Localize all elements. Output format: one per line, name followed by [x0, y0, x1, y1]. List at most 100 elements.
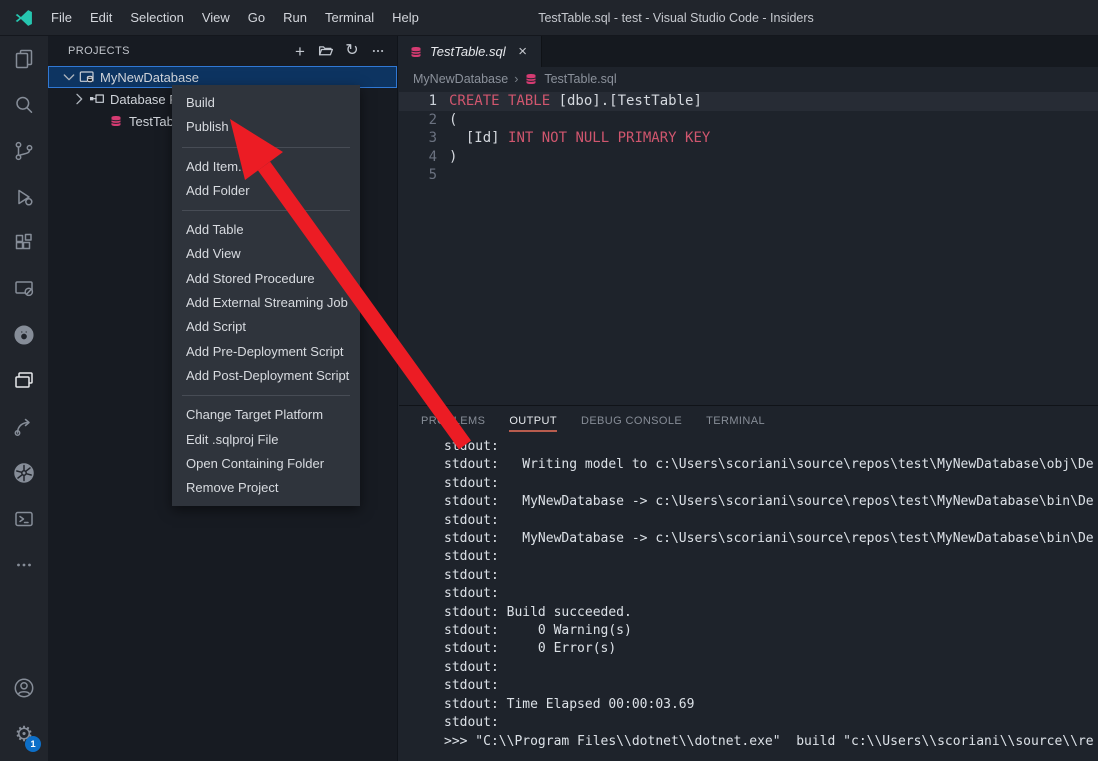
vscode-insiders-logo	[13, 7, 35, 29]
menu-run[interactable]: Run	[274, 0, 316, 36]
output-line: stdout:	[444, 585, 1098, 603]
context-menu-item-build[interactable]: Build	[172, 91, 360, 115]
search-icon[interactable]	[0, 82, 48, 128]
close-icon[interactable]: ×	[515, 43, 531, 60]
context-menu-item-add-post-deployment-script[interactable]: Add Post-Deployment Script	[172, 364, 360, 388]
line-number: 1	[399, 92, 449, 111]
line-number: 2	[399, 111, 449, 130]
output-console[interactable]: stdout:stdout: Writing model to c:\Users…	[399, 436, 1098, 760]
output-line: stdout:	[444, 512, 1098, 530]
database-projects-icon[interactable]	[0, 358, 48, 404]
title-bar: FileEditSelectionViewGoRunTerminalHelp T…	[0, 0, 1098, 36]
window-title: TestTable.sql - test - Visual Studio Cod…	[538, 11, 814, 25]
breadcrumb-item-mynewdatabase[interactable]: MyNewDatabase	[413, 72, 508, 86]
remote-explorer-icon[interactable]	[0, 266, 48, 312]
context-menu-item-add-table[interactable]: Add Table	[172, 218, 360, 242]
menu-separator	[182, 147, 350, 148]
output-line: stdout: MyNewDatabase -> c:\Users\scoria…	[444, 493, 1098, 511]
add-icon[interactable]: +	[291, 42, 309, 60]
output-line: stdout: 0 Warning(s)	[444, 622, 1098, 640]
references-icon	[89, 91, 105, 107]
context-menu-item-add-stored-procedure[interactable]: Add Stored Procedure	[172, 267, 360, 291]
context-menu-item-publish[interactable]: Publish	[172, 115, 360, 139]
sql-database-icon	[108, 113, 124, 129]
chevron-down-icon[interactable]	[61, 69, 77, 85]
code-editor[interactable]: 1CREATE TABLE [dbo].[TestTable]2(3 [Id] …	[399, 91, 1098, 185]
menu-selection[interactable]: Selection	[121, 0, 192, 36]
panel-tab-problems[interactable]: PROBLEMS	[421, 406, 485, 436]
code-line-4: 4)	[399, 148, 1098, 167]
context-menu-item-add-folder[interactable]: Add Folder	[172, 179, 360, 203]
panel-tab-terminal[interactable]: TERMINAL	[706, 406, 765, 436]
output-line: stdout:	[444, 677, 1098, 695]
tab-testtable-sql[interactable]: TestTable.sql ×	[399, 36, 542, 67]
output-line: stdout: Writing model to c:\Users\scoria…	[444, 456, 1098, 474]
github-icon[interactable]	[0, 312, 48, 358]
output-line: stdout:	[444, 567, 1098, 585]
breadcrumb-separator: ›	[514, 72, 518, 86]
context-menu-item-add-view[interactable]: Add View	[172, 242, 360, 266]
context-menu-item-add-script[interactable]: Add Script	[172, 315, 360, 339]
output-line: stdout: 0 Error(s)	[444, 640, 1098, 658]
panel-tab-debug-console[interactable]: DEBUG CONSOLE	[581, 406, 682, 436]
output-line: stdout: MyNewDatabase -> c:\Users\scoria…	[444, 530, 1098, 548]
line-number: 4	[399, 148, 449, 167]
code-text: CREATE TABLE [dbo].[TestTable]	[449, 92, 702, 111]
code-line-5: 5	[399, 166, 1098, 185]
output-line: stdout:	[444, 659, 1098, 677]
context-menu-item-edit-sqlproj-file[interactable]: Edit .sqlproj File	[172, 428, 360, 452]
context-menu-item-open-containing-folder[interactable]: Open Containing Folder	[172, 452, 360, 476]
kubernetes-icon[interactable]	[0, 450, 48, 496]
output-line: stdout:	[444, 475, 1098, 493]
tree-item-label: MyNewDatabase	[100, 70, 199, 85]
breadcrumb-item-testtable-sql[interactable]: TestTable.sql	[544, 72, 616, 86]
azure-share-icon[interactable]	[0, 404, 48, 450]
projects-pane-title: PROJECTS	[68, 45, 291, 57]
explorer-icon[interactable]	[0, 36, 48, 82]
line-number: 5	[399, 166, 449, 185]
run-and-debug-icon[interactable]	[0, 174, 48, 220]
menu-separator	[182, 210, 350, 211]
panel-tab-output[interactable]: OUTPUT	[509, 406, 557, 436]
menu-terminal[interactable]: Terminal	[316, 0, 383, 36]
refresh-icon[interactable]: ↻	[343, 42, 361, 60]
more-icon[interactable]	[0, 542, 48, 588]
chevron-right-icon[interactable]	[71, 91, 87, 107]
line-number: 3	[399, 129, 449, 148]
database-project-icon	[79, 69, 95, 85]
output-line: stdout:	[444, 438, 1098, 456]
menu-view[interactable]: View	[193, 0, 239, 36]
breadcrumb: MyNewDatabase › TestTable.sql	[399, 67, 1098, 91]
sql-file-icon	[409, 45, 423, 59]
editor-area: TestTable.sql × MyNewDatabase › TestTable.…	[399, 36, 1098, 405]
code-text: )	[449, 148, 457, 167]
account-icon[interactable]	[0, 665, 48, 711]
menu-help[interactable]: Help	[383, 0, 428, 36]
terminal-powershell-icon[interactable]	[0, 496, 48, 542]
output-line: stdout:	[444, 548, 1098, 566]
open-folder-icon[interactable]	[317, 42, 335, 60]
context-menu-item-change-target-platform[interactable]: Change Target Platform	[172, 403, 360, 427]
editor-tab-bar: TestTable.sql ×	[399, 36, 1098, 67]
menu-edit[interactable]: Edit	[81, 0, 121, 36]
context-menu-item-add-item[interactable]: Add Item...	[172, 155, 360, 179]
code-text: (	[449, 111, 457, 130]
code-text: [Id] INT NOT NULL PRIMARY KEY	[449, 129, 710, 148]
panel-tab-bar: PROBLEMS OUTPUT DEBUG CONSOLE TERMINAL	[399, 406, 1098, 436]
menu-file[interactable]: File	[42, 0, 81, 36]
project-context-menu: BuildPublish Add Item...Add Folder Add Tab…	[172, 85, 360, 506]
menu-bar: FileEditSelectionViewGoRunTerminalHelp	[42, 0, 428, 36]
code-line-3: 3 [Id] INT NOT NULL PRIMARY KEY	[399, 129, 1098, 148]
more-icon[interactable]	[369, 42, 387, 60]
settings-badge: 1	[25, 736, 41, 752]
context-menu-item-add-pre-deployment-script[interactable]: Add Pre-Deployment Script	[172, 340, 360, 364]
menu-separator	[182, 395, 350, 396]
context-menu-item-add-external-streaming-job[interactable]: Add External Streaming Job	[172, 291, 360, 315]
menu-go[interactable]: Go	[239, 0, 274, 36]
bottom-panel: PROBLEMS OUTPUT DEBUG CONSOLE TERMINAL stdo…	[399, 405, 1098, 761]
settings-icon[interactable]: ⚙1	[0, 711, 48, 757]
extensions-icon[interactable]	[0, 220, 48, 266]
source-control-icon[interactable]	[0, 128, 48, 174]
context-menu-item-remove-project[interactable]: Remove Project	[172, 476, 360, 500]
projects-pane-header: PROJECTS + ↻	[48, 36, 397, 66]
